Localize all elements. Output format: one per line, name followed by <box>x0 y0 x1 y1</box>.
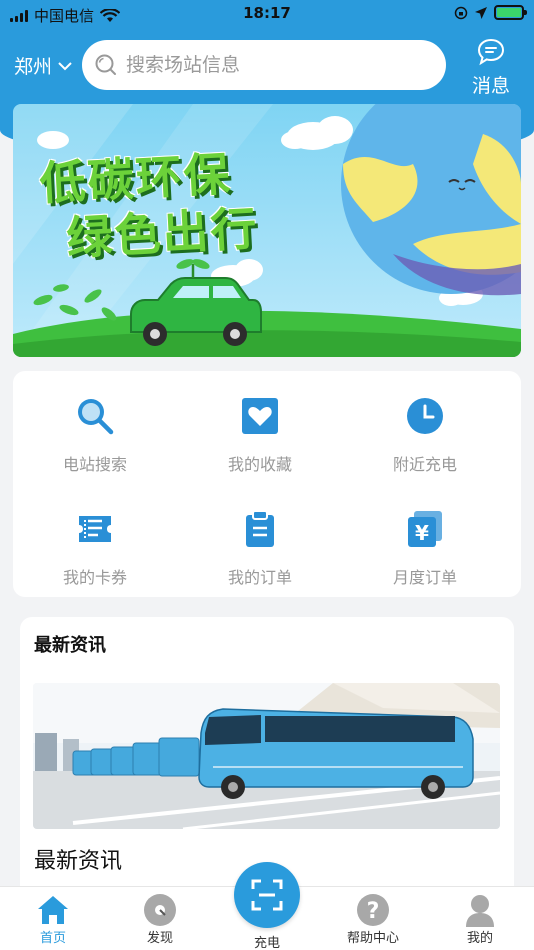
heart-icon <box>242 398 278 434</box>
tab-label: 我的 <box>466 931 493 946</box>
message-button[interactable]: 消息 <box>472 38 510 98</box>
svg-text:?: ? <box>367 899 380 924</box>
yen-icon: ¥ <box>408 511 442 547</box>
menu-label: 月度订单 <box>392 568 457 587</box>
menu-label: 电站搜索 <box>62 455 127 474</box>
chevron-down-icon <box>58 61 72 70</box>
banner-title-line2: 绿色出行 <box>65 201 260 266</box>
scan-icon <box>251 879 283 911</box>
menu-station-search[interactable]: 电站搜索 <box>20 395 170 475</box>
question-icon: ? <box>357 894 389 926</box>
tab-help-center[interactable]: ? 帮助中心 <box>333 893 413 946</box>
menu-label: 附近充电 <box>392 455 457 474</box>
lock-rotation-icon <box>454 6 468 19</box>
banner-title: 低碳环保 绿色出行 <box>38 144 260 267</box>
charge-label: 充电 <box>253 936 280 950</box>
promo-banner[interactable]: 低碳环保 绿色出行 <box>13 104 521 357</box>
tab-label: 发现 <box>146 931 173 946</box>
clock-icon <box>407 398 443 434</box>
bus-depot-photo <box>33 683 500 829</box>
tab-mine[interactable]: 我的 <box>440 893 520 946</box>
news-image[interactable] <box>33 683 500 829</box>
status-bar: 中国电信 18:17 <box>0 0 534 28</box>
menu-my-coupons[interactable]: 我的卡券 <box>20 508 170 588</box>
ticket-icon <box>79 516 111 542</box>
city-label: 郑州 <box>14 56 53 78</box>
menu-monthly-orders[interactable]: ¥ 月度订单 <box>350 508 500 588</box>
menu-nearby-charging[interactable]: 附近充电 <box>350 395 500 475</box>
message-label: 消息 <box>471 75 510 97</box>
menu-label: 我的订单 <box>227 568 292 587</box>
quick-menu-card: 电站搜索 我的收藏 附近充电 我的卡券 我的订单 ¥ 月度订单 <box>13 371 521 597</box>
menu-label: 我的卡券 <box>62 568 127 587</box>
clipboard-icon <box>246 510 274 547</box>
location-arrow-icon <box>475 6 487 19</box>
menu-label: 我的收藏 <box>227 455 292 474</box>
chat-bubble-icon <box>477 38 504 66</box>
compass-icon <box>144 894 176 926</box>
charge-scan-button[interactable] <box>234 862 300 928</box>
search-bar[interactable] <box>82 40 446 90</box>
tab-home[interactable]: 首页 <box>13 893 93 946</box>
search-icon <box>78 399 114 435</box>
news-headline[interactable]: 最新资讯 <box>34 843 122 875</box>
menu-my-orders[interactable]: 我的订单 <box>185 508 335 588</box>
home-icon <box>38 896 68 924</box>
tab-label: 帮助中心 <box>346 931 399 946</box>
svg-text:¥: ¥ <box>415 521 429 545</box>
tab-label: 首页 <box>39 931 66 946</box>
tab-discover[interactable]: 发现 <box>120 893 200 946</box>
user-icon <box>466 895 494 927</box>
menu-my-favorites[interactable]: 我的收藏 <box>185 395 335 475</box>
search-icon <box>95 54 116 75</box>
city-selector[interactable]: 郑州 <box>14 52 72 79</box>
search-input[interactable] <box>126 54 426 76</box>
battery-icon <box>494 5 527 20</box>
news-section-title: 最新资讯 <box>34 635 106 656</box>
